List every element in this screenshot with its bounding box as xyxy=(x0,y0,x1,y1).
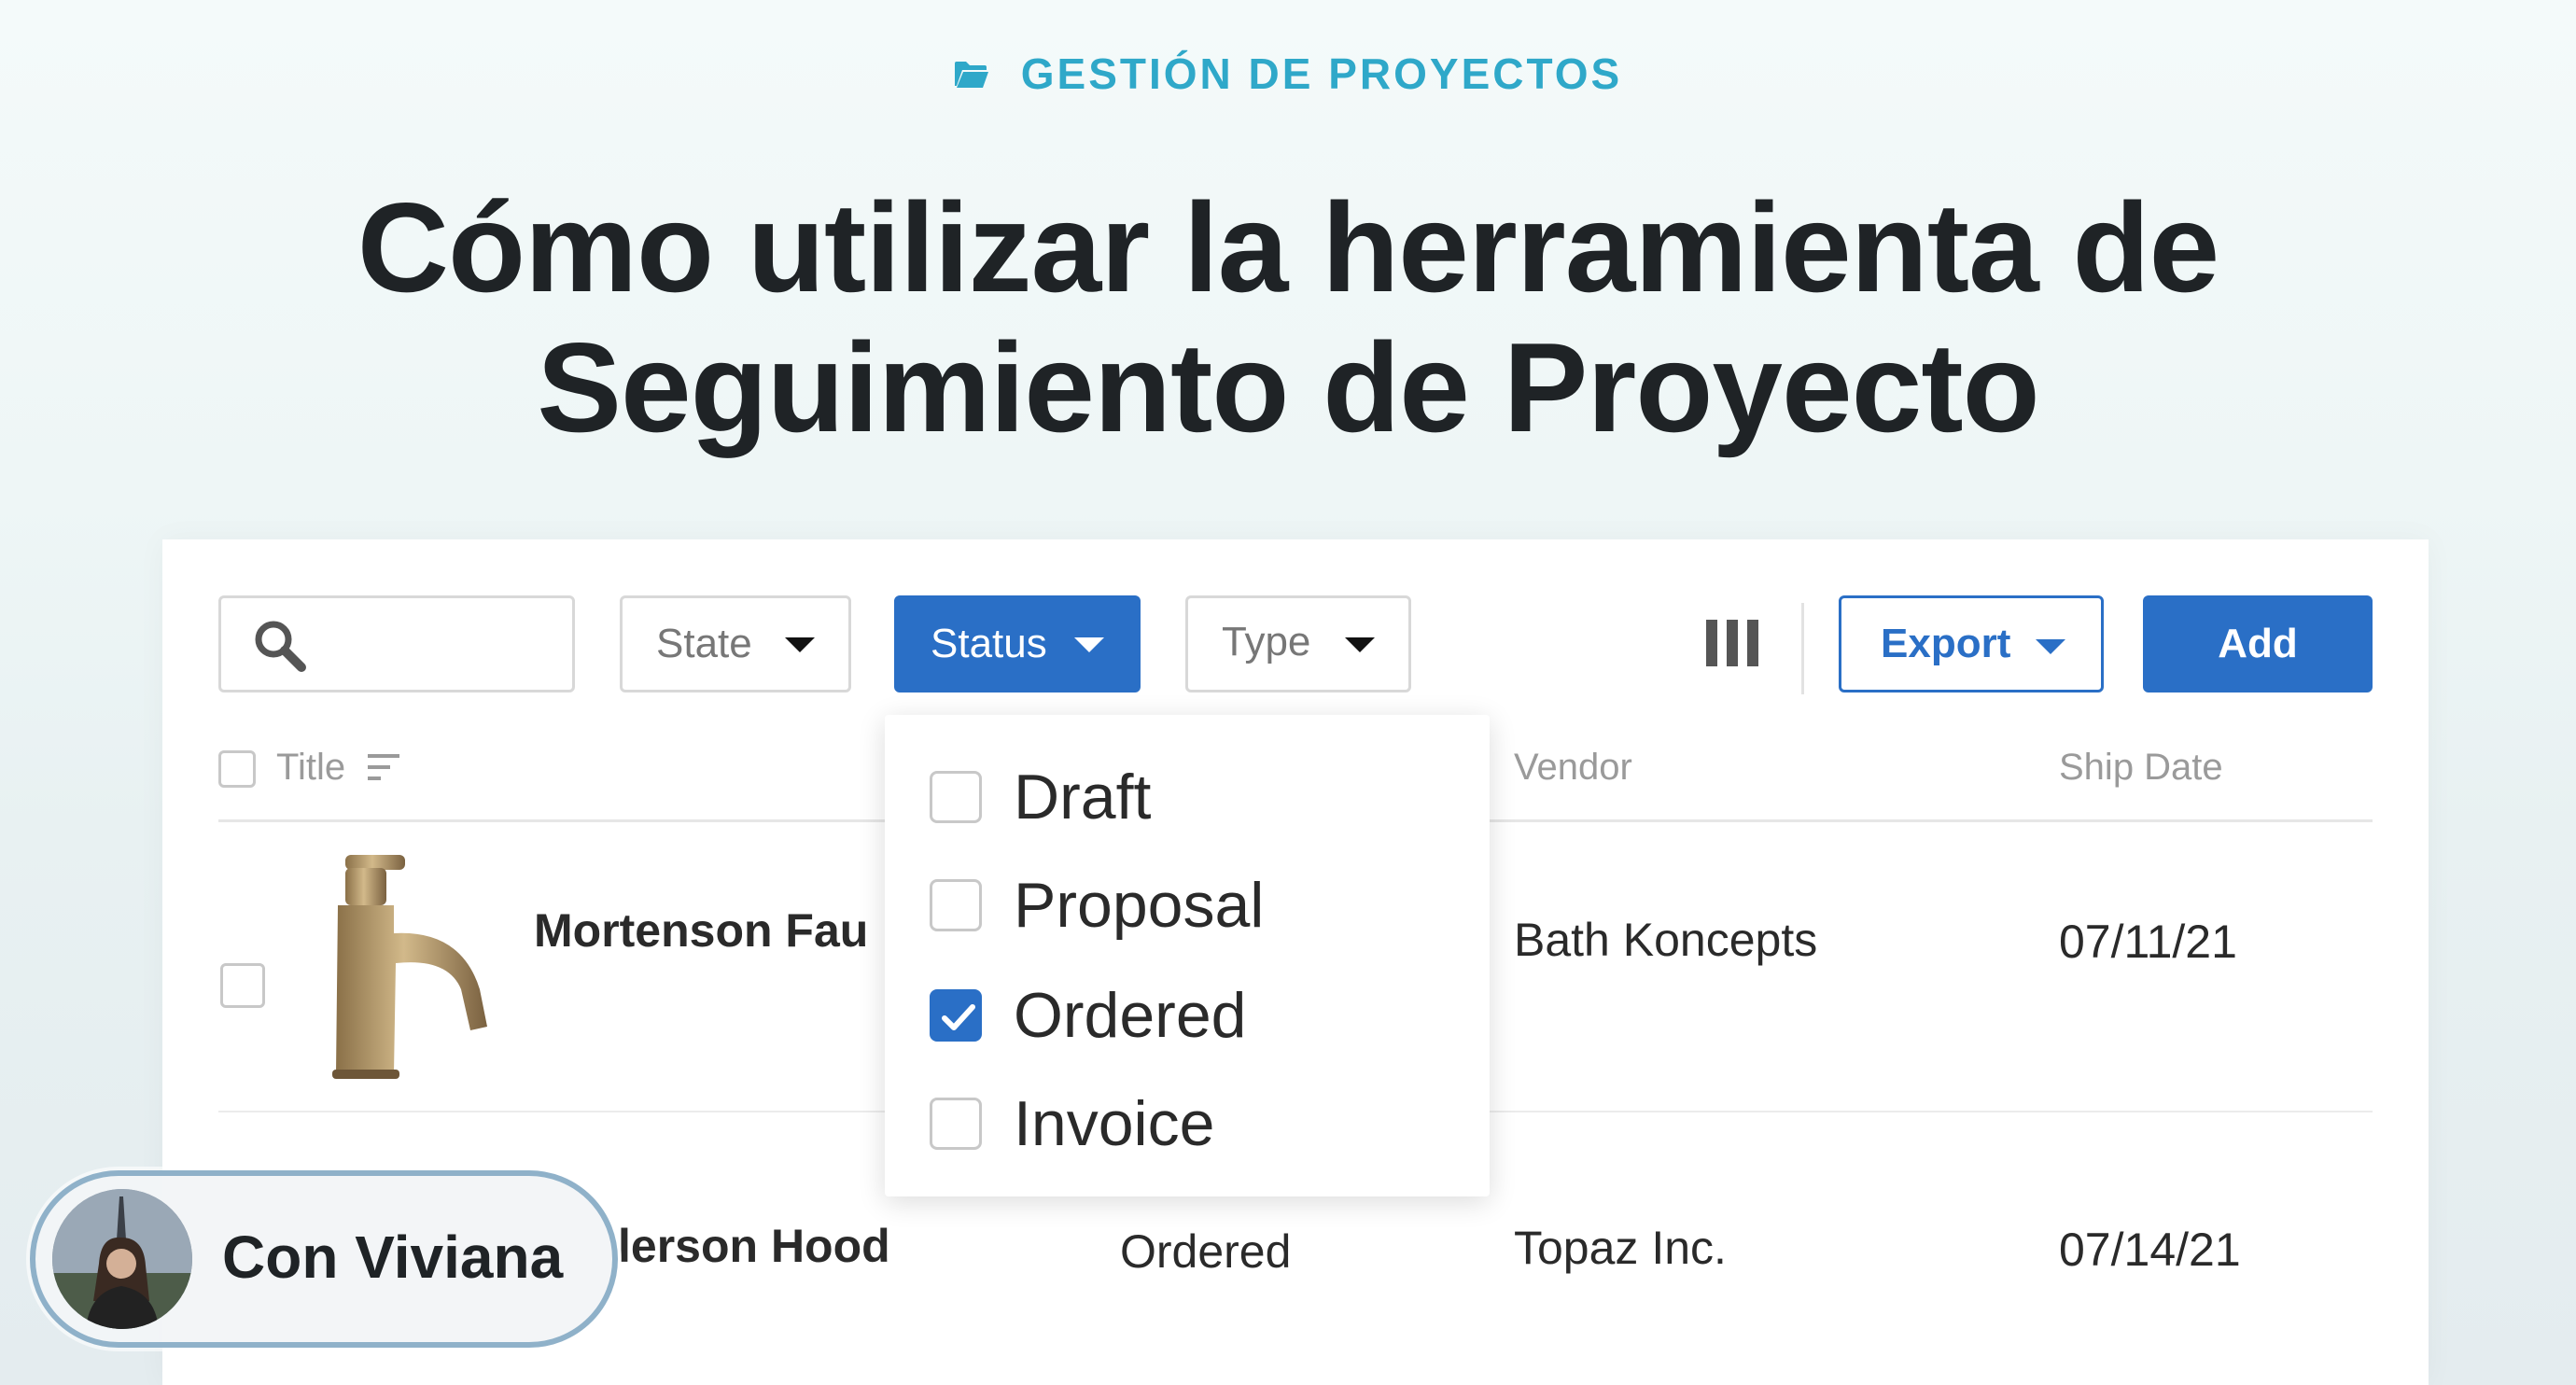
export-button[interactable]: Export xyxy=(1839,595,2104,692)
search-icon xyxy=(253,619,307,678)
status-option-label: Ordered xyxy=(1014,980,1247,1051)
presenter-name: Con Viviana xyxy=(222,1224,564,1291)
sort-icon[interactable] xyxy=(368,752,399,782)
select-all-checkbox[interactable] xyxy=(218,750,256,788)
status-dropdown[interactable]: Status xyxy=(894,595,1141,692)
status-option-label: Draft xyxy=(1014,762,1152,832)
status-option-proposal[interactable]: Proposal xyxy=(930,859,1471,952)
type-dropdown-label: Type xyxy=(1222,619,1311,665)
row-checkbox[interactable] xyxy=(220,963,265,1008)
chevron-down-icon xyxy=(1074,637,1104,652)
column-header-vendor[interactable]: Vendor xyxy=(1514,747,1632,789)
status-dropdown-menu: Draft Proposal Ordered Invoice xyxy=(885,715,1490,1196)
state-dropdown[interactable]: State xyxy=(620,595,851,692)
type-dropdown[interactable]: Type xyxy=(1185,595,1411,692)
avatar xyxy=(52,1189,192,1329)
state-dropdown-label: State xyxy=(656,621,752,666)
presenter-badge: Con Viviana xyxy=(30,1170,618,1348)
add-button[interactable]: Add xyxy=(2143,595,2373,692)
row-title[interactable]: Mortenson Fau xyxy=(534,903,868,958)
status-option-label: Invoice xyxy=(1014,1088,1215,1159)
row-vendor: Bath Koncepts xyxy=(1514,914,1818,966)
status-option-invoice[interactable]: Invoice xyxy=(930,1077,1471,1170)
add-button-label: Add xyxy=(2218,621,2298,666)
page-title-line-1: Cómo utilizar la herramienta de xyxy=(357,176,2219,318)
page-title: Cómo utilizar la herramienta de Seguimie… xyxy=(0,177,2576,457)
column-header-ship-date[interactable]: Ship Date xyxy=(2059,747,2223,789)
row-title[interactable]: lerson Hood xyxy=(618,1219,890,1273)
status-option-draft[interactable]: Draft xyxy=(930,750,1471,844)
ordered-checkbox[interactable] xyxy=(930,989,982,1042)
search-field[interactable] xyxy=(218,595,575,692)
chevron-down-icon xyxy=(785,637,815,652)
row-ship-date: 07/14/21 xyxy=(2059,1224,2241,1276)
chevron-down-icon xyxy=(2036,639,2065,654)
chevron-down-icon xyxy=(1345,637,1375,652)
invoice-checkbox[interactable] xyxy=(930,1098,982,1150)
faucet-thumbnail xyxy=(332,855,487,1079)
status-option-label: Proposal xyxy=(1014,870,1265,941)
columns-icon[interactable] xyxy=(1706,620,1758,666)
status-option-ordered[interactable]: Ordered xyxy=(930,969,1471,1062)
folder-icon xyxy=(954,49,989,99)
export-button-label: Export xyxy=(1881,621,2011,666)
search-input[interactable] xyxy=(324,617,561,675)
status-dropdown-label: Status xyxy=(931,621,1047,666)
category-eyebrow: GESTIÓN DE PROYECTOS xyxy=(0,49,2576,99)
toolbar-divider xyxy=(1801,603,1804,694)
row-status: Ordered xyxy=(1120,1225,1292,1278)
proposal-checkbox[interactable] xyxy=(930,879,982,931)
checkmark-icon xyxy=(942,1004,975,1030)
row-ship-date: 07/11/21 xyxy=(2059,916,2237,968)
category-label: GESTIÓN DE PROYECTOS xyxy=(1020,49,1623,98)
row-vendor: Topaz Inc. xyxy=(1514,1222,1727,1274)
page-title-line-2: Seguimiento de Proyecto xyxy=(537,316,2039,458)
draft-checkbox[interactable] xyxy=(930,771,982,823)
column-header-title[interactable]: Title xyxy=(276,747,345,789)
